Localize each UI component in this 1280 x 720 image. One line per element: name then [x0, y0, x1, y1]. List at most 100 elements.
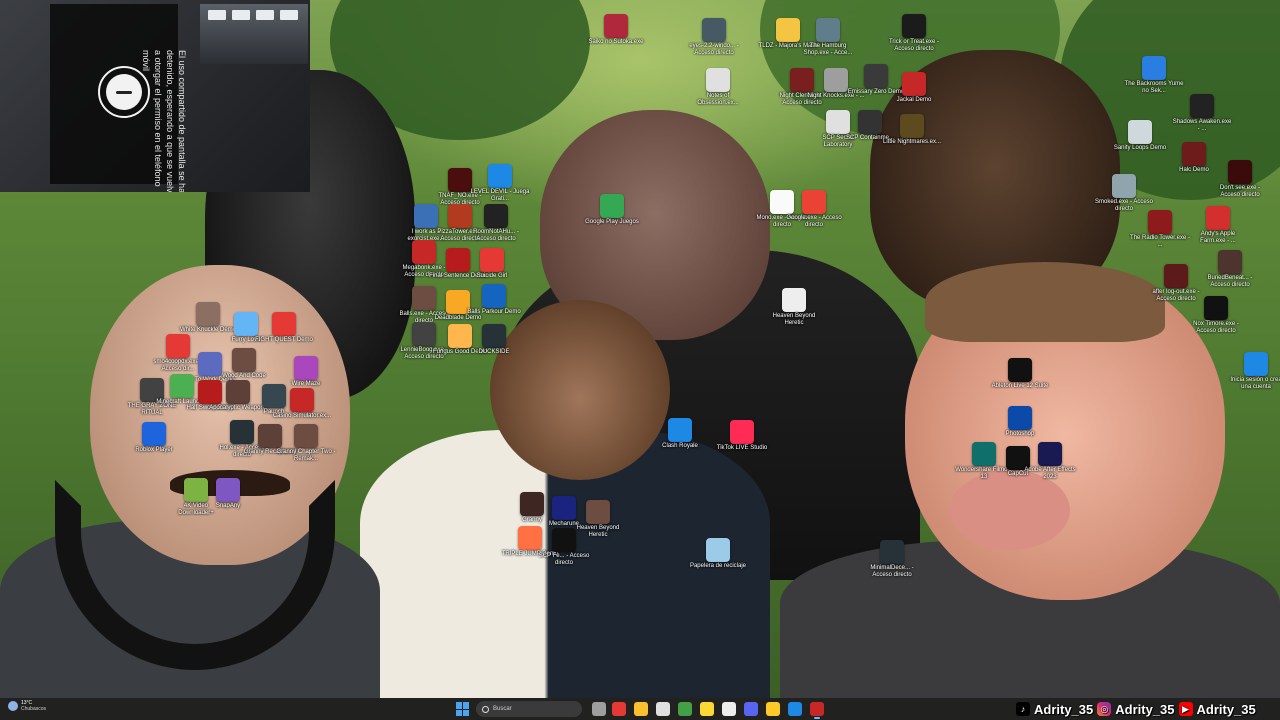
game-icon	[902, 72, 926, 96]
desktop-icon-unrealshort[interactable]: SCP Fe... - Acceso directo	[534, 528, 594, 567]
desktop-icon-label: SCP Fe... - Acceso directo	[538, 553, 590, 566]
unity-icon	[824, 68, 848, 92]
weather-icon	[8, 701, 18, 711]
search-placeholder: Buscar	[493, 706, 512, 712]
desktop-icon-label: TikTok LIVE Studio	[716, 445, 768, 451]
recycle-bin-icon	[706, 538, 730, 562]
game-icon	[900, 114, 924, 138]
desktop-icon-label: The Backrooms Yume no Sek...	[1124, 81, 1184, 94]
desktop-icon-ballsparkour[interactable]: Balls Parkour Demo	[464, 284, 524, 316]
game-icon	[706, 68, 730, 92]
desktop-icon-trickortreat[interactable]: Trick or Treat.exe - Acceso directo	[884, 14, 944, 53]
desktop-icon-label: SnapAny	[215, 503, 241, 509]
desktop-icon-tiktoklive[interactable]: TikTok LIVE Studio	[712, 420, 772, 452]
desktop-icon-iniciasesion[interactable]: Inicia sesión o crea una cuenta	[1226, 352, 1280, 391]
opera-icon[interactable]	[612, 702, 626, 716]
edge-icon[interactable]	[788, 702, 802, 716]
edge-icon	[1244, 352, 1268, 376]
desktop-icon-dontsee[interactable]: Don't see.exe - Acceso directo	[1210, 160, 1270, 199]
desktop-icon-label: Photoshop	[1005, 431, 1035, 437]
desktop-icon-abletonlive[interactable]: Ableton Live 12 Suite	[990, 358, 1050, 390]
desktop-icon-saiko[interactable]: Saiko no Sutoka.exe	[586, 14, 646, 46]
unity-icon	[816, 18, 840, 42]
desktop-icon-casino[interactable]: Casino Simulator.ex...	[272, 388, 332, 420]
desktop-icon-label: Google.exe - Acceso directo	[786, 215, 842, 228]
desktop-icon-papelera[interactable]: Papelera de reciclaje	[688, 538, 748, 570]
desktop-icon-sanityloops[interactable]: Sanity Loops Demo	[1110, 120, 1170, 152]
desktop-icon-label: DUCKSIDE	[478, 349, 510, 355]
desktop-icon-label: Deadblade Demo	[434, 315, 482, 321]
task-view-icon[interactable]	[592, 702, 606, 716]
desktop-icon-duckside[interactable]: DUCKSIDE	[464, 324, 524, 356]
desktop-icon-photoshop[interactable]: Photoshop	[990, 406, 1050, 438]
screen-share-paused-icon	[98, 66, 150, 118]
desktop-icon-label: Papelera de reciclaje	[689, 563, 747, 569]
desktop-icon-minimalrec[interactable]: MinimalDece... - Acceso directo	[862, 540, 922, 579]
xbox-icon[interactable]	[678, 702, 692, 716]
game-icon	[1142, 56, 1166, 80]
desktop-icon-leveldevil[interactable]: LEVEL DEVIL - Juega Grati...	[470, 164, 530, 203]
file-icon[interactable]	[656, 702, 670, 716]
desktop-icon-fightquest[interactable]: FIGHT QUEST Demo	[254, 312, 314, 344]
desktop-icon-label: Sanity Loops Demo	[1113, 145, 1167, 151]
desktop-icon-googleexe[interactable]: Google.exe - Acceso directo	[784, 190, 844, 229]
game-icon	[1182, 142, 1206, 166]
search-box[interactable]: Buscar	[476, 701, 582, 717]
desktop-icon-snapany[interactable]: SnapAny	[198, 478, 258, 510]
roblox-icon	[142, 422, 166, 446]
desktop-icon-littlenightmares[interactable]: Little Nightmares.ex...	[882, 114, 942, 146]
desktop-icon-grannych2[interactable]: Granny Chapter Two - Remak...	[276, 424, 336, 463]
chrome-icon[interactable]	[634, 702, 648, 716]
game-icon	[1164, 264, 1188, 288]
start-button[interactable]	[456, 702, 470, 716]
norton-icon[interactable]	[700, 702, 714, 716]
desktop-icon-shadowsawaken[interactable]: Shadows Awaken.exe - ...	[1172, 94, 1232, 133]
desktop-icon-label: RoomNotAHu... - Acceso directo	[473, 229, 519, 242]
youtube-icon: ▶	[1178, 702, 1193, 716]
capcut-icon[interactable]	[722, 702, 736, 716]
desktop-icon-woodandcode[interactable]: Wood And Code	[214, 348, 274, 380]
tiktok-icon: ♪	[1016, 702, 1030, 716]
discord-icon[interactable]	[744, 702, 758, 716]
desktop-icon-theradiotower[interactable]: The Radio Tower.exe - ...	[1130, 210, 1190, 249]
tiktok-handle: Adrity_35	[1034, 701, 1094, 717]
desktop-icon-notesobsession[interactable]: Notes of Obsession.ex...	[688, 68, 748, 107]
ableton-icon	[1008, 358, 1032, 382]
desktop-icon-smoked[interactable]: Smoked.exe - Acceso directo	[1094, 174, 1154, 213]
desktop-icon-eyes[interactable]: eyes-2.2-windo... - Acceso directo	[684, 18, 744, 57]
desktop-icon-label: Andy's Apple Farm.exe - ...	[1200, 231, 1236, 244]
desktop-icon-label: Saiko no Sutoka.exe	[588, 39, 644, 45]
weather-description: Chubascos	[21, 706, 47, 712]
desktop-icon-label: Inicia sesión o crea una cuenta	[1230, 377, 1280, 390]
desktop-icon-jackal[interactable]: Jackal Demo	[884, 72, 944, 104]
desktop-icon-backrooms[interactable]: The Backrooms Yume no Sek...	[1124, 56, 1184, 95]
desktop-icon-label: Halc Demo	[1179, 167, 1209, 173]
desktop-icon-label: Clash Royale	[662, 443, 698, 449]
desktop-icon-label: MinimalDece... - Acceso directo	[870, 565, 914, 578]
pig-nose	[950, 470, 1070, 550]
camera-icon	[216, 478, 240, 502]
desktop-icon-label: Trick or Treat.exe - Acceso directo	[888, 39, 940, 52]
desktop-icon-hamburgshop[interactable]: The Hamburg Shop.exe - Acce...	[798, 18, 858, 57]
tiktok-icon	[730, 420, 754, 444]
desktop-icon-clashroyale[interactable]: Clash Royale	[650, 418, 710, 450]
desktop-icon-aftereffects[interactable]: Adobe After Effects 2023	[1020, 442, 1080, 481]
game-icon	[1204, 296, 1228, 320]
search-icon	[482, 705, 489, 713]
desktop-icon-nostimore[interactable]: Nox Timore.exe - Acceso directo	[1186, 296, 1246, 335]
desktop-icon-buriedbeneath[interactable]: BuriedBeneat... - Acceso directo	[1200, 250, 1260, 289]
desktop-icon-suicidegirl[interactable]: Suicide Girl	[462, 248, 522, 280]
game-icon	[586, 500, 610, 524]
obs-icon[interactable]	[810, 702, 824, 719]
desktop-icon-roomnot[interactable]: RoomNotAHu... - Acceso directo	[466, 204, 526, 243]
desktop-icon-andysapple[interactable]: Andy's Apple Farm.exe - ...	[1188, 206, 1248, 245]
file-explorer-icon[interactable]	[766, 702, 780, 716]
desktop-icon-googleplay[interactable]: Google Play Juegos	[582, 194, 642, 226]
desktop-icon-roblox[interactable]: Roblox Player	[124, 422, 184, 454]
game-icon	[668, 418, 692, 442]
weather-widget[interactable]: 13°C Chubascos	[8, 700, 46, 712]
game-icon	[232, 348, 256, 372]
desktop-icon-label: LEVEL DEVIL - Juega Grati...	[470, 189, 530, 202]
desktop-icon-heavenbeyond[interactable]: Heaven Beyond Heretic	[764, 288, 824, 327]
desktop-icon-label: Nox Timore.exe - Acceso directo	[1193, 321, 1239, 334]
